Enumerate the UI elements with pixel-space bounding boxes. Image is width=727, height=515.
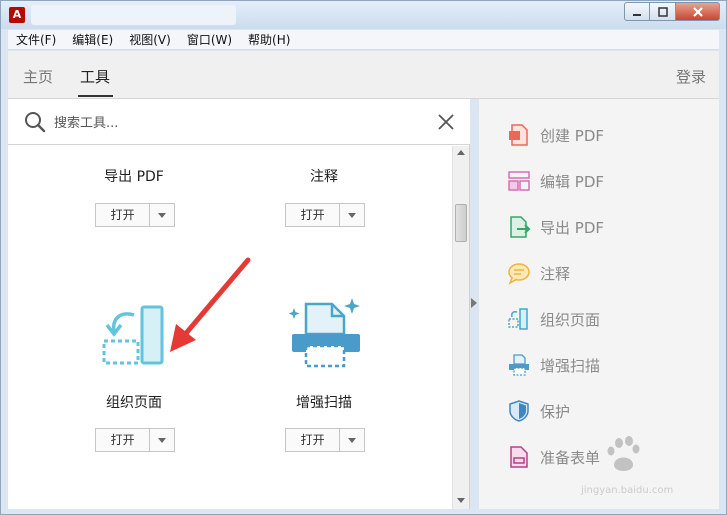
sidebar-item-edit-pdf[interactable]: 编辑 PDF [507, 169, 604, 193]
search-icon [25, 112, 46, 133]
open-button-enhance-scan[interactable]: 打开 [285, 428, 365, 452]
scroll-up-icon[interactable] [457, 150, 465, 155]
window-title [31, 5, 236, 25]
close-window-icon [692, 6, 703, 17]
menu-edit[interactable]: 编辑(E) [64, 31, 121, 48]
open-dropdown[interactable] [150, 429, 174, 451]
edit-pdf-icon [508, 171, 530, 191]
organize-pages-icon[interactable] [98, 301, 178, 371]
red-arrow-annotation-icon [170, 257, 251, 352]
comment-icon [508, 263, 530, 285]
export-pdf-icon [510, 216, 531, 238]
open-button-label[interactable]: 打开 [96, 429, 151, 451]
scroll-down-icon[interactable] [457, 498, 465, 503]
app-window: A 文件(F) 编辑(E) 视图(V) 窗口(W) 帮助(H) 主页 工具 登录 [0, 0, 727, 515]
tab-bar: 主页 工具 登录 [8, 51, 719, 99]
sidebar-item-label: 组织页面 [540, 310, 601, 329]
sidebar-item-label: 增强扫描 [540, 356, 601, 375]
tool-grid: 导出 PDF 打开 注释 打开 组织页面 打开 增强扫描 打开 [8, 146, 452, 509]
sidebar-item-label: 导出 PDF [540, 218, 604, 237]
sidebar-item-comment[interactable]: 注释 [507, 261, 570, 285]
minimize-icon [633, 13, 641, 16]
scroll-thumb[interactable] [455, 204, 467, 242]
enhance-scan-icon [509, 354, 529, 376]
open-button-comment[interactable]: 打开 [285, 203, 365, 227]
baidu-watermark: jingyan.baidu.com [581, 435, 701, 497]
chevron-down-icon [158, 212, 167, 218]
watermark-site-text: jingyan.baidu.com [581, 485, 674, 496]
search-input[interactable]: 搜索工具... [54, 112, 118, 131]
sidebar-item-label: 编辑 PDF [540, 172, 604, 191]
open-dropdown[interactable] [340, 204, 364, 226]
chevron-down-icon [348, 212, 357, 218]
menu-help[interactable]: 帮助(H) [240, 31, 298, 48]
tools-pane: 搜索工具... 导出 PDF 打开 注释 打开 组织页面 打开 增强扫描 打开 [8, 99, 470, 509]
tool-search-box[interactable]: 搜索工具... [8, 99, 470, 145]
tab-tools[interactable]: 工具 [80, 66, 110, 87]
menu-file[interactable]: 文件(F) [8, 31, 64, 48]
tool-label-export-pdf: 导出 PDF [104, 169, 164, 185]
close-window-button[interactable] [676, 2, 720, 21]
sidebar-item-label: 创建 PDF [540, 126, 604, 145]
sidebar-item-create-pdf[interactable]: 创建 PDF [507, 123, 604, 147]
open-dropdown[interactable] [150, 204, 174, 226]
acrobat-logo-icon: A [9, 7, 25, 23]
open-button-label[interactable]: 打开 [286, 204, 341, 226]
menu-bar: 文件(F) 编辑(E) 视图(V) 窗口(W) 帮助(H) [8, 30, 719, 50]
window-controls [624, 2, 720, 21]
create-pdf-icon [509, 124, 528, 146]
active-tab-indicator [78, 95, 113, 97]
chevron-down-icon [158, 437, 167, 443]
organize-pages-icon [508, 308, 528, 330]
open-button-export-pdf[interactable]: 打开 [95, 203, 175, 227]
menu-window[interactable]: 窗口(W) [179, 31, 240, 48]
maximize-button[interactable] [650, 2, 676, 21]
clear-search-icon[interactable] [436, 112, 456, 132]
sidebar-item-organize-pages[interactable]: 组织页面 [507, 307, 600, 331]
tool-label-organize-pages: 组织页面 [106, 395, 162, 411]
tool-grid-scrollbar[interactable] [452, 146, 469, 509]
enhance-scan-icon[interactable] [286, 296, 366, 371]
open-button-label[interactable]: 打开 [96, 204, 151, 226]
baidu-paw-logo-icon [607, 436, 640, 471]
sidebar-item-protect[interactable]: 保护 [507, 399, 570, 423]
menu-view[interactable]: 视图(V) [121, 31, 179, 48]
sidebar-item-enhance-scan[interactable]: 增强扫描 [507, 353, 600, 377]
sidebar-item-label: 保护 [540, 402, 571, 421]
maximize-icon [657, 6, 668, 17]
open-dropdown[interactable] [340, 429, 364, 451]
collapse-panel-icon[interactable] [471, 298, 477, 308]
protect-icon [509, 400, 529, 422]
login-link[interactable]: 登录 [676, 66, 706, 87]
tool-label-comment: 注释 [310, 169, 338, 185]
chevron-down-icon [348, 437, 357, 443]
minimize-button[interactable] [624, 2, 650, 21]
sidebar-item-label: 注释 [540, 264, 571, 283]
tool-label-enhance-scan: 增强扫描 [296, 395, 352, 411]
prepare-form-icon [510, 446, 528, 468]
title-bar: A [1, 1, 726, 29]
tab-home[interactable]: 主页 [23, 66, 53, 87]
open-button-organize-pages[interactable]: 打开 [95, 428, 175, 452]
sidebar-item-export-pdf[interactable]: 导出 PDF [507, 215, 604, 239]
open-button-label[interactable]: 打开 [286, 429, 341, 451]
